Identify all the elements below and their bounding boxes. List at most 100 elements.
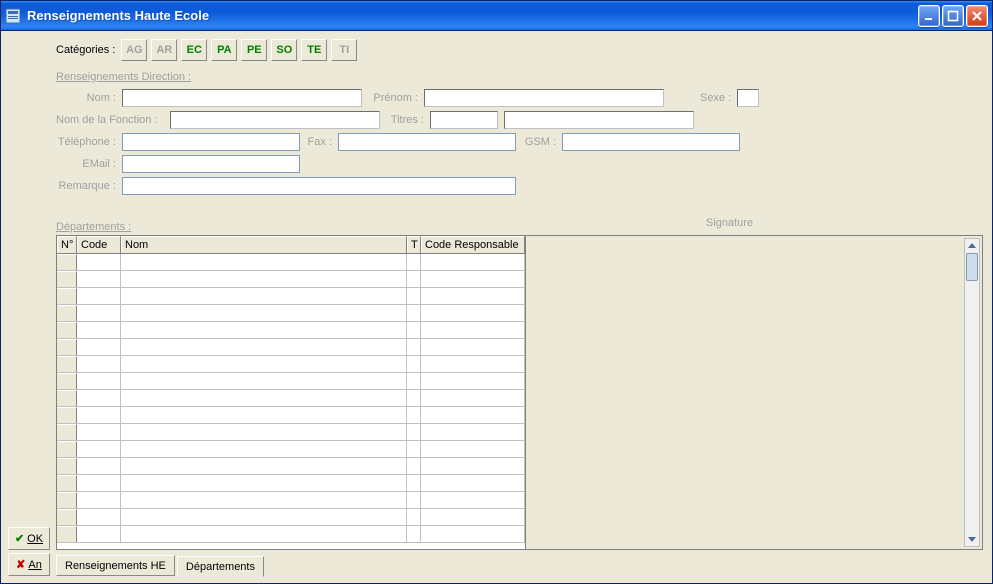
- cell-num[interactable]: [57, 373, 77, 389]
- table-row[interactable]: [57, 322, 525, 339]
- table-row[interactable]: [57, 407, 525, 424]
- titlebar[interactable]: Renseignements Haute Ecole: [1, 1, 992, 31]
- cell-t[interactable]: [407, 424, 421, 440]
- table-row[interactable]: [57, 475, 525, 492]
- cell-nom[interactable]: [121, 441, 407, 457]
- cell-t[interactable]: [407, 441, 421, 457]
- cell-num[interactable]: [57, 390, 77, 406]
- nom-field[interactable]: [122, 89, 362, 107]
- cell-nom[interactable]: [121, 322, 407, 338]
- table-row[interactable]: [57, 305, 525, 322]
- maximize-button[interactable]: [942, 5, 964, 27]
- cell-t[interactable]: [407, 407, 421, 423]
- table-row[interactable]: [57, 254, 525, 271]
- close-button[interactable]: [966, 5, 988, 27]
- cell-code[interactable]: [77, 492, 121, 508]
- cell-nom[interactable]: [121, 526, 407, 542]
- table-row[interactable]: [57, 373, 525, 390]
- cancel-button[interactable]: ✘ An: [8, 553, 50, 576]
- cell-resp[interactable]: [421, 254, 525, 270]
- cell-resp[interactable]: [421, 441, 525, 457]
- table-row[interactable]: [57, 458, 525, 475]
- cell-t[interactable]: [407, 475, 421, 491]
- cell-code[interactable]: [77, 509, 121, 525]
- minimize-button[interactable]: [918, 5, 940, 27]
- cell-code[interactable]: [77, 441, 121, 457]
- col-code[interactable]: Code: [77, 236, 121, 253]
- cell-code[interactable]: [77, 390, 121, 406]
- cell-t[interactable]: [407, 322, 421, 338]
- cell-t[interactable]: [407, 509, 421, 525]
- fonction-field[interactable]: [170, 111, 380, 129]
- cell-num[interactable]: [57, 271, 77, 287]
- cell-num[interactable]: [57, 305, 77, 321]
- cell-nom[interactable]: [121, 424, 407, 440]
- category-ec-button[interactable]: EC: [181, 39, 207, 61]
- cell-nom[interactable]: [121, 458, 407, 474]
- table-row[interactable]: [57, 441, 525, 458]
- cell-resp[interactable]: [421, 356, 525, 372]
- cell-nom[interactable]: [121, 509, 407, 525]
- email-field[interactable]: [122, 155, 300, 173]
- col-resp[interactable]: Code Responsable: [421, 236, 525, 253]
- cell-code[interactable]: [77, 407, 121, 423]
- cell-num[interactable]: [57, 407, 77, 423]
- cell-num[interactable]: [57, 254, 77, 270]
- cell-num[interactable]: [57, 356, 77, 372]
- cell-t[interactable]: [407, 458, 421, 474]
- tab-departements[interactable]: Départements: [177, 556, 264, 577]
- table-row[interactable]: [57, 390, 525, 407]
- col-nom[interactable]: Nom: [121, 236, 407, 253]
- cell-num[interactable]: [57, 458, 77, 474]
- cell-num[interactable]: [57, 339, 77, 355]
- cell-t[interactable]: [407, 390, 421, 406]
- cell-resp[interactable]: [421, 390, 525, 406]
- cell-t[interactable]: [407, 288, 421, 304]
- cell-num[interactable]: [57, 526, 77, 542]
- cell-resp[interactable]: [421, 492, 525, 508]
- cell-code[interactable]: [77, 271, 121, 287]
- cell-resp[interactable]: [421, 424, 525, 440]
- titre1-field[interactable]: [430, 111, 498, 129]
- ok-button[interactable]: ✔ OK: [8, 527, 50, 550]
- cell-resp[interactable]: [421, 407, 525, 423]
- cell-t[interactable]: [407, 373, 421, 389]
- cell-nom[interactable]: [121, 288, 407, 304]
- cell-num[interactable]: [57, 475, 77, 491]
- cell-code[interactable]: [77, 305, 121, 321]
- fax-field[interactable]: [338, 133, 516, 151]
- cell-resp[interactable]: [421, 373, 525, 389]
- cell-t[interactable]: [407, 305, 421, 321]
- cell-nom[interactable]: [121, 254, 407, 270]
- cell-num[interactable]: [57, 441, 77, 457]
- col-num[interactable]: N°: [57, 236, 77, 253]
- cell-nom[interactable]: [121, 373, 407, 389]
- cell-nom[interactable]: [121, 271, 407, 287]
- cell-t[interactable]: [407, 526, 421, 542]
- scrollbar[interactable]: [964, 238, 980, 547]
- cell-num[interactable]: [57, 492, 77, 508]
- cell-resp[interactable]: [421, 271, 525, 287]
- cell-t[interactable]: [407, 492, 421, 508]
- category-pe-button[interactable]: PE: [241, 39, 267, 61]
- grid-body[interactable]: [57, 254, 525, 549]
- cell-resp[interactable]: [421, 509, 525, 525]
- cell-resp[interactable]: [421, 288, 525, 304]
- sexe-field[interactable]: [737, 89, 759, 107]
- cell-nom[interactable]: [121, 339, 407, 355]
- cell-t[interactable]: [407, 271, 421, 287]
- cell-t[interactable]: [407, 254, 421, 270]
- cell-t[interactable]: [407, 339, 421, 355]
- category-so-button[interactable]: SO: [271, 39, 297, 61]
- scroll-down-icon[interactable]: [966, 533, 978, 545]
- cell-num[interactable]: [57, 322, 77, 338]
- cell-nom[interactable]: [121, 305, 407, 321]
- cell-code[interactable]: [77, 526, 121, 542]
- scroll-up-icon[interactable]: [966, 240, 978, 252]
- cell-num[interactable]: [57, 288, 77, 304]
- cell-resp[interactable]: [421, 339, 525, 355]
- cell-resp[interactable]: [421, 526, 525, 542]
- remarque-field[interactable]: [122, 177, 516, 195]
- table-row[interactable]: [57, 356, 525, 373]
- cell-nom[interactable]: [121, 475, 407, 491]
